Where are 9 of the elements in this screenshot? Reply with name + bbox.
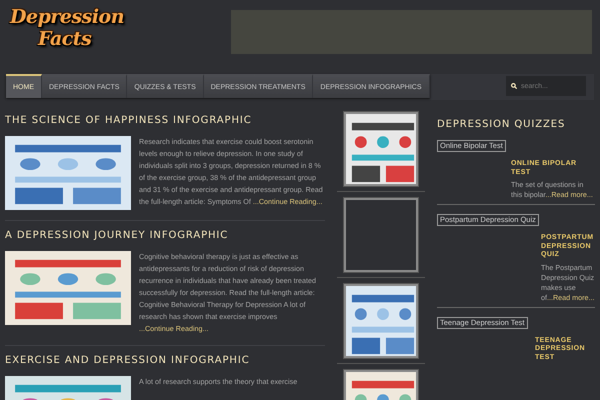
post-title[interactable]: THE SCIENCE OF HAPPINESS INFOGRAPHIC [5,114,325,128]
post-title[interactable]: EXERCISE AND DEPRESSION INFOGRAPHIC [5,354,325,368]
logo-text: Facts [36,28,92,50]
thumbnail-frame[interactable] [344,284,418,358]
thumbnail-frame[interactable] [344,112,418,186]
empty-thumbnail[interactable] [344,198,418,272]
sidebar-title: DEPRESSION QUIZZES [437,118,566,132]
logo-text: Depression [10,6,124,28]
post-title[interactable]: A DEPRESSION JOURNEY INFOGRAPHIC [5,229,325,243]
